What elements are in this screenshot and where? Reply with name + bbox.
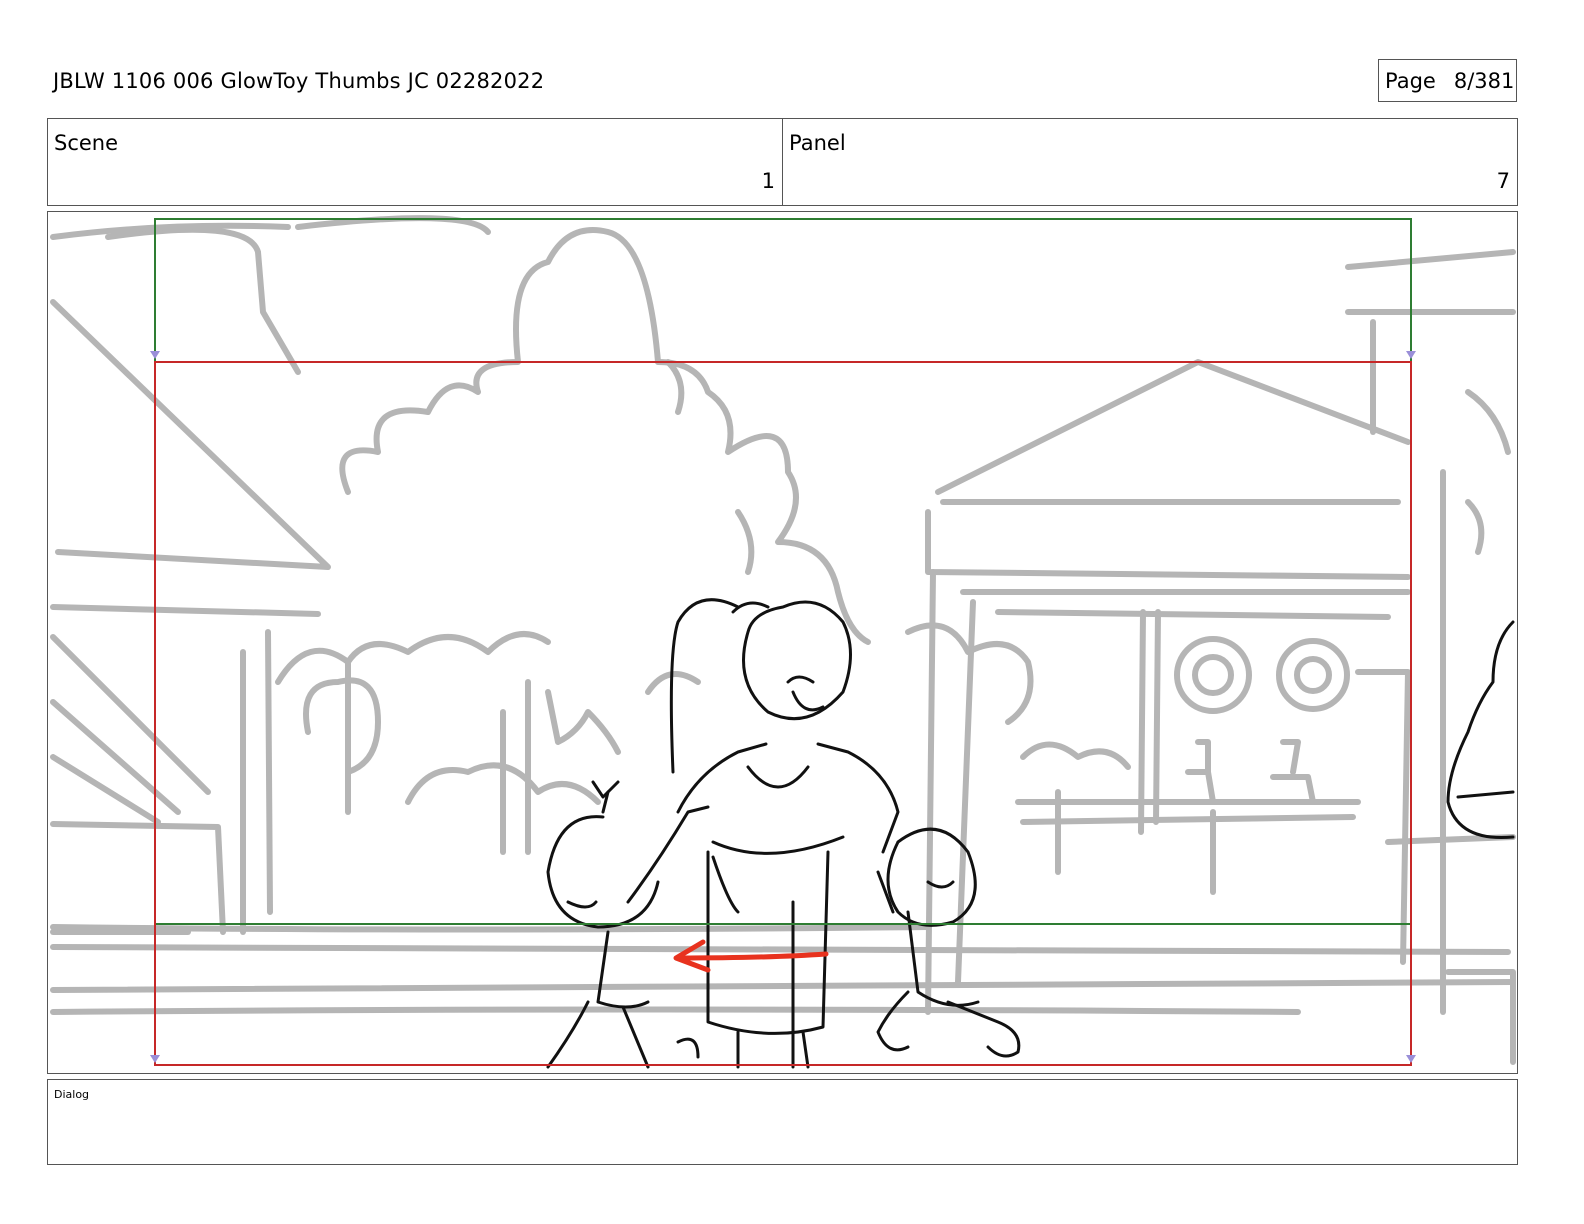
- scene-panel-row: Scene 1 Panel 7: [47, 118, 1518, 206]
- panel-number: 7: [1496, 169, 1510, 193]
- page-indicator: Page 8/381: [1378, 59, 1517, 102]
- panel-drawing: [50, 215, 1516, 1069]
- scene-cell: Scene 1: [48, 119, 782, 205]
- page-number: 8/381: [1453, 68, 1515, 93]
- motion-arrow: [673, 939, 829, 973]
- scene-label: Scene: [54, 131, 119, 155]
- page-label: Page: [1385, 68, 1436, 93]
- panel-cell: Panel 7: [782, 119, 1517, 205]
- background-sketch: [50, 215, 1516, 1065]
- panel-label: Panel: [789, 131, 846, 155]
- storyboard-panel: [47, 211, 1518, 1074]
- document-title: JBLW 1106 006 GlowToy Thumbs JC 02282022: [53, 69, 545, 93]
- dialog-label: Dialog: [54, 1088, 90, 1101]
- scene-number: 1: [761, 169, 775, 193]
- dialog-box: Dialog: [47, 1079, 1518, 1165]
